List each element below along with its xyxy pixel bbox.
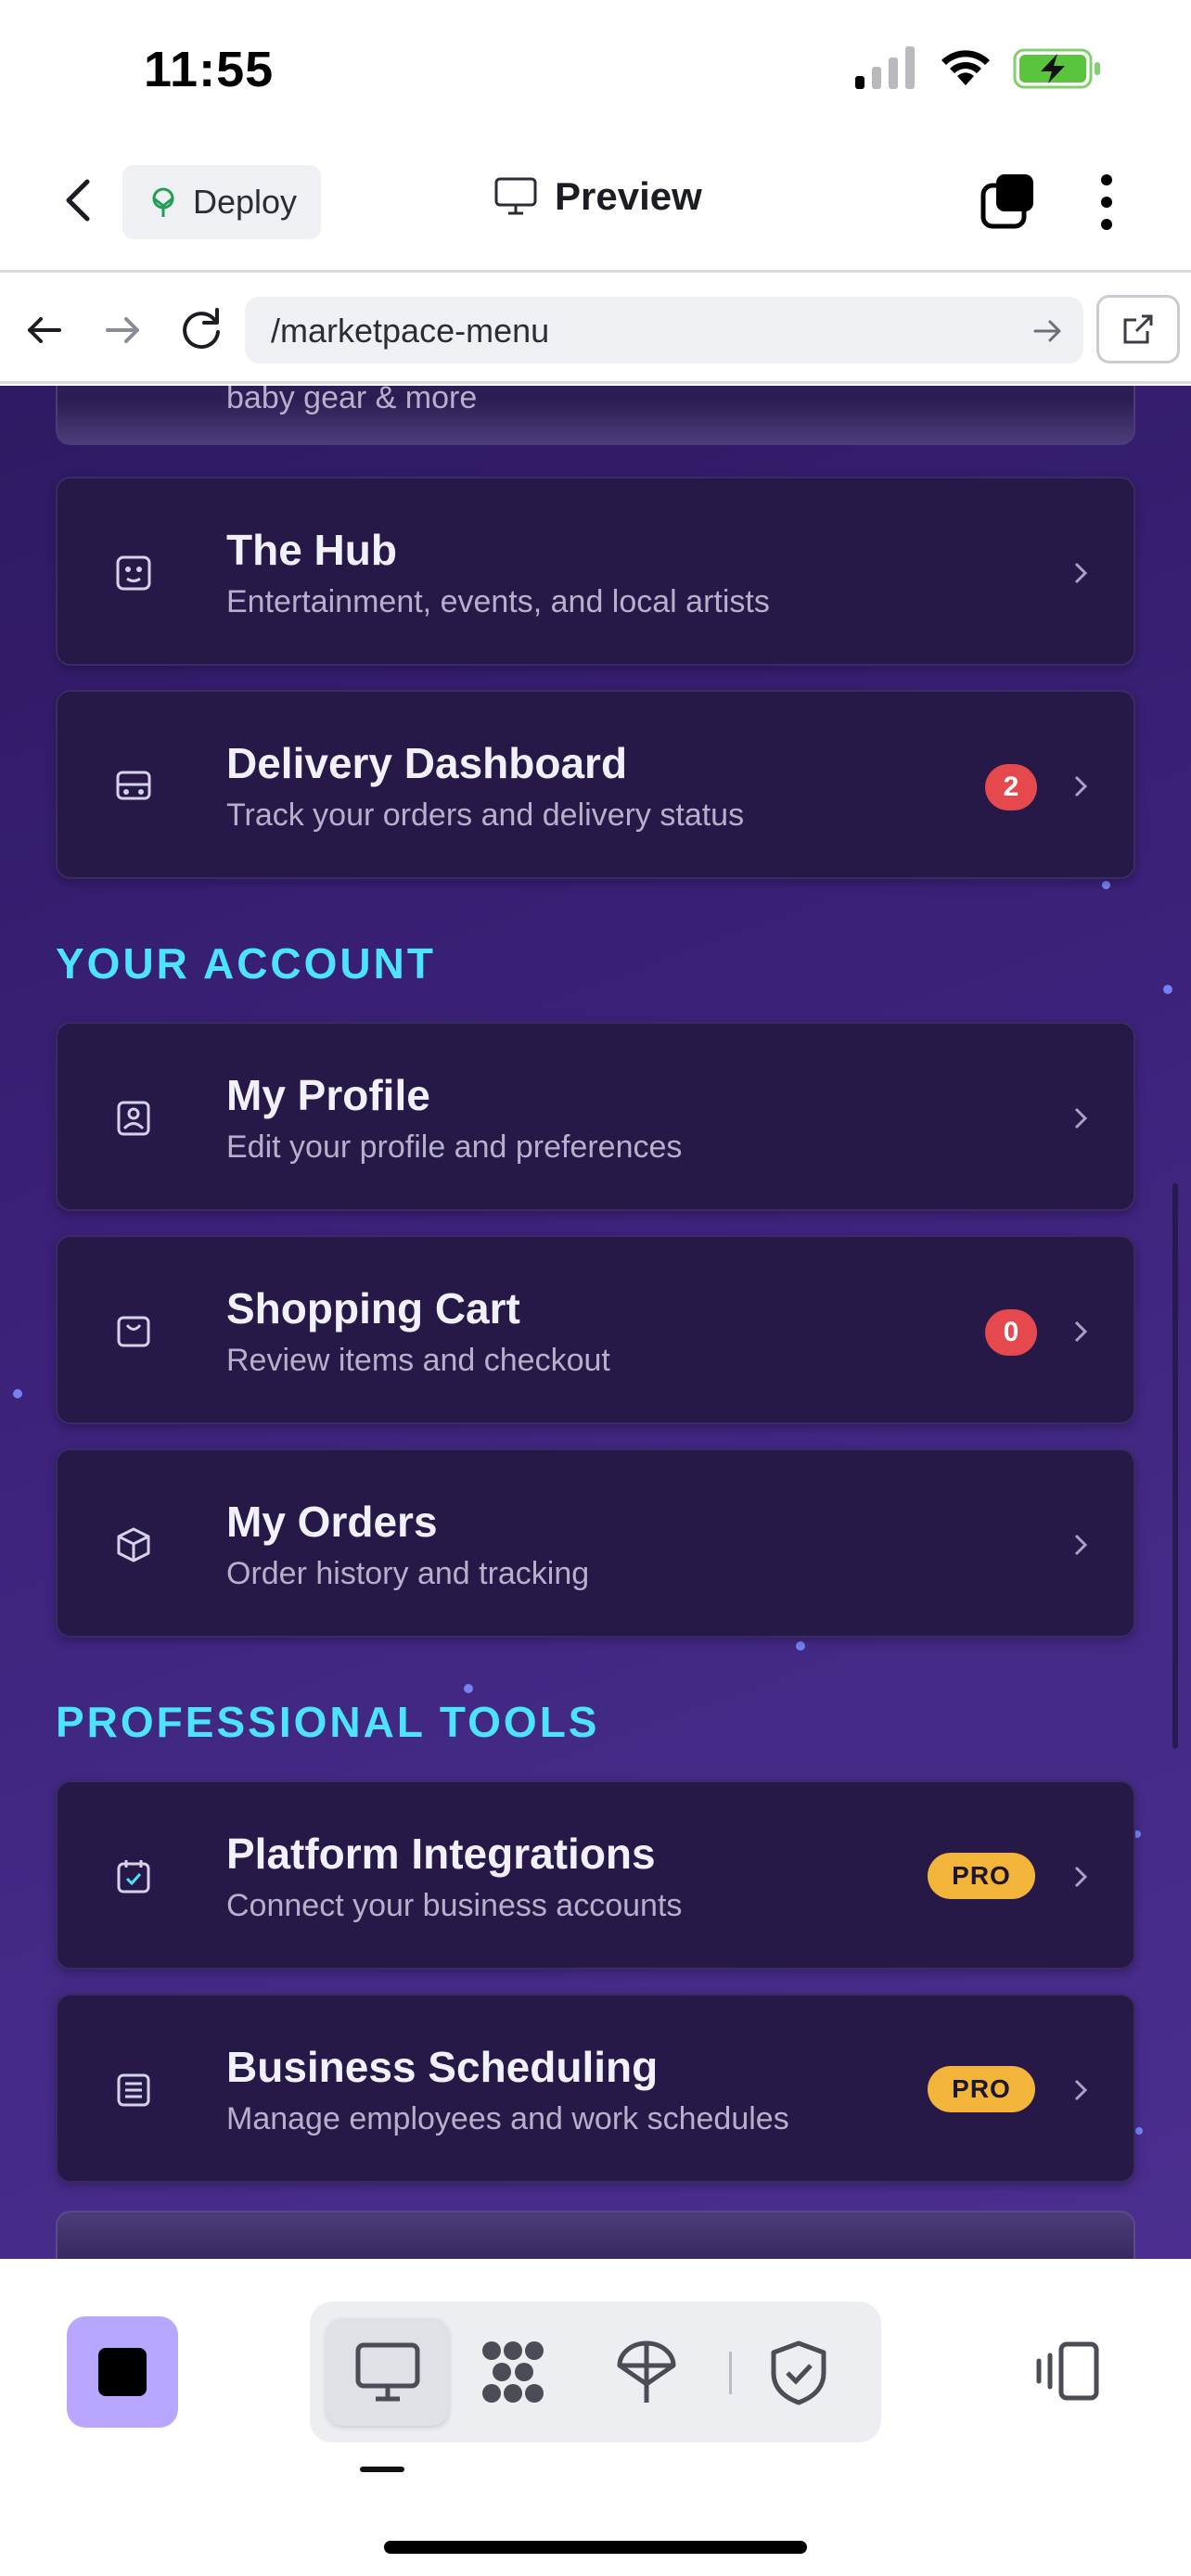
shield-check-icon[interactable] bbox=[764, 2338, 833, 2406]
active-tab-indicator bbox=[360, 2467, 404, 2472]
partial-menu-card[interactable]: baby gear & more bbox=[56, 386, 1135, 445]
cart-count-badge: 0 bbox=[985, 1309, 1037, 1356]
decor-dot bbox=[796, 1641, 805, 1651]
decor-dot bbox=[1163, 985, 1172, 994]
open-external-button[interactable] bbox=[1096, 295, 1180, 363]
deploy-label: Deploy bbox=[193, 183, 298, 221]
decor-dot bbox=[1135, 2127, 1143, 2135]
arrow-right-icon[interactable] bbox=[102, 310, 143, 351]
card-subtitle: Connect your business accounts bbox=[226, 1888, 683, 1923]
card-title: My Profile bbox=[226, 1071, 430, 1119]
chevron-right-icon bbox=[1074, 1534, 1088, 1556]
scrollbar[interactable] bbox=[1172, 1183, 1178, 1749]
chevron-right-icon bbox=[1074, 775, 1088, 797]
deploy-icon bbox=[152, 187, 174, 217]
stop-button[interactable] bbox=[67, 2316, 178, 2428]
card-title: Delivery Dashboard bbox=[226, 739, 628, 787]
chevron-right-icon bbox=[1074, 1866, 1088, 1888]
deploy-button[interactable]: Deploy bbox=[122, 165, 321, 239]
pro-badge: PRO bbox=[928, 1853, 1035, 1899]
robot-face-icon bbox=[116, 555, 151, 591]
cellular-signal-icon bbox=[855, 46, 915, 89]
chevron-right-icon bbox=[1074, 2079, 1088, 2101]
deploy-icon[interactable] bbox=[612, 2338, 681, 2406]
tool-divider bbox=[729, 2352, 732, 2394]
network-icon[interactable] bbox=[479, 2338, 547, 2406]
browser-bar: /marketpace-menu bbox=[0, 274, 1191, 384]
menu-content[interactable]: baby gear & more The Hub Entertainment, … bbox=[0, 386, 1191, 2259]
status-time: 11:55 bbox=[144, 42, 275, 97]
stop-icon bbox=[98, 2348, 147, 2396]
card-subtitle: Review items and checkout bbox=[226, 1343, 610, 1378]
monitor-icon[interactable] bbox=[353, 2338, 422, 2406]
card-title: Shopping Cart bbox=[226, 1284, 520, 1333]
preview-tab[interactable]: Preview bbox=[493, 174, 702, 219]
url-field[interactable]: /marketpace-menu bbox=[245, 297, 1083, 363]
section-title-your-account: YOUR ACCOUNT bbox=[56, 939, 436, 988]
card-title: My Orders bbox=[226, 1498, 438, 1546]
menu-item-the-hub[interactable]: The Hub Entertainment, events, and local… bbox=[56, 477, 1135, 666]
schedule-list-icon bbox=[117, 2073, 150, 2107]
url-text: /marketpace-menu bbox=[271, 312, 550, 350]
decor-dot bbox=[464, 1684, 473, 1693]
card-subtitle: Entertainment, events, and local artists bbox=[226, 584, 770, 619]
status-bar: 11:55 bbox=[0, 0, 1191, 139]
card-subtitle: Order history and tracking bbox=[226, 1556, 590, 1591]
menu-item-platform-integrations[interactable]: Platform Integrations Connect your busin… bbox=[56, 1780, 1135, 1970]
pro-badge: PRO bbox=[928, 2066, 1035, 2112]
tool-group bbox=[310, 2302, 881, 2442]
partial-menu-card[interactable] bbox=[56, 2211, 1135, 2259]
chevron-left-icon[interactable] bbox=[54, 172, 106, 228]
profile-card-icon bbox=[117, 1101, 150, 1136]
delivery-van-icon bbox=[116, 771, 151, 800]
integration-icon bbox=[117, 1860, 150, 1894]
home-indicator bbox=[384, 2541, 807, 2554]
menu-item-delivery-dashboard[interactable]: Delivery Dashboard Track your orders and… bbox=[56, 690, 1135, 879]
tabs-icon[interactable] bbox=[980, 172, 1037, 230]
preview-label: Preview bbox=[555, 174, 702, 218]
card-subtitle: Manage employees and work schedules bbox=[226, 2101, 789, 2136]
arrow-right-icon[interactable] bbox=[1031, 315, 1063, 347]
menu-item-shopping-cart[interactable]: Shopping Cart Review items and checkout … bbox=[56, 1235, 1135, 1424]
box-icon bbox=[117, 1527, 150, 1562]
more-vertical-icon[interactable] bbox=[1093, 172, 1121, 232]
chevron-right-icon bbox=[1074, 1107, 1088, 1129]
card-title: Platform Integrations bbox=[226, 1830, 656, 1878]
menu-item-business-scheduling[interactable]: Business Scheduling Manage employees and… bbox=[56, 1994, 1135, 2183]
section-title-professional-tools: PROFESSIONAL TOOLS bbox=[56, 1698, 600, 1746]
app-header: Deploy Preview bbox=[0, 139, 1191, 273]
battery-charging-icon bbox=[1013, 48, 1100, 89]
monitor-icon bbox=[494, 177, 537, 215]
device-toggle-icon[interactable] bbox=[1033, 2340, 1100, 2402]
decor-dot bbox=[13, 1389, 22, 1398]
card-title: Business Scheduling bbox=[226, 2043, 659, 2091]
shopping-bag-icon bbox=[117, 1316, 150, 1347]
page: 11:55 Deploy Preview /marketpace-menu ba… bbox=[0, 0, 1191, 2576]
chevron-right-icon bbox=[1074, 562, 1088, 584]
arrow-left-icon[interactable] bbox=[24, 310, 65, 351]
external-link-icon bbox=[1123, 314, 1153, 344]
wifi-icon bbox=[941, 50, 990, 85]
bottom-toolbar bbox=[0, 2259, 1191, 2576]
decor-dot bbox=[1102, 881, 1110, 889]
card-subtitle: Track your orders and delivery status bbox=[226, 797, 745, 833]
chevron-right-icon bbox=[1074, 1320, 1088, 1343]
card-title: The Hub bbox=[226, 526, 397, 574]
menu-item-my-profile[interactable]: My Profile Edit your profile and prefere… bbox=[56, 1022, 1135, 1211]
notification-badge: 2 bbox=[985, 764, 1037, 810]
reload-icon[interactable] bbox=[178, 306, 224, 352]
menu-item-my-orders[interactable]: My Orders Order history and tracking bbox=[56, 1448, 1135, 1638]
card-subtitle: baby gear & more bbox=[226, 386, 478, 415]
card-subtitle: Edit your profile and preferences bbox=[226, 1129, 683, 1165]
